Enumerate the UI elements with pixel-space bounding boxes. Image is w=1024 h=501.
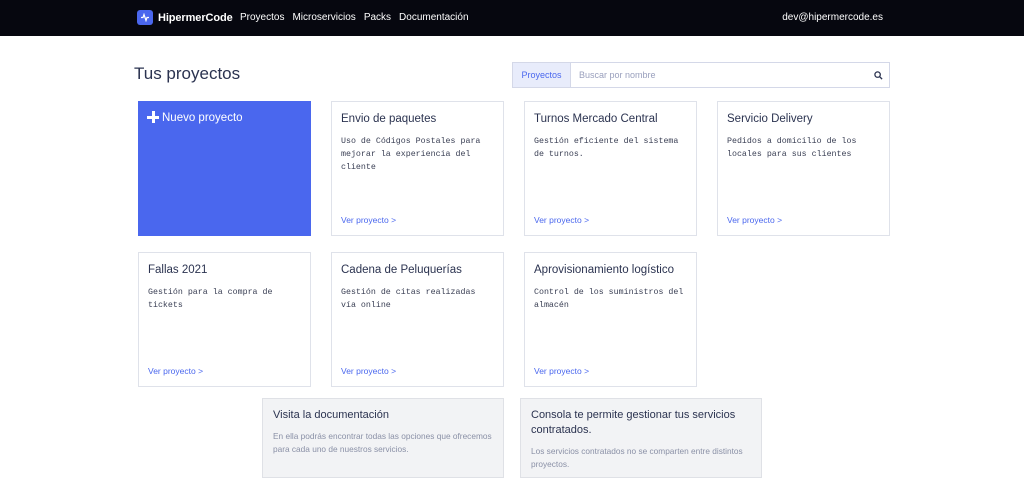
logo-icon bbox=[137, 10, 153, 25]
nav-item-documentacion[interactable]: Documentación bbox=[399, 12, 468, 23]
project-card: Cadena de Peluquerías Gestión de citas r… bbox=[331, 252, 504, 387]
page-title: Tus proyectos bbox=[134, 64, 241, 83]
view-project-link[interactable]: Ver proyecto > bbox=[341, 215, 396, 225]
project-card: Aprovisionamiento logístico Control de l… bbox=[524, 252, 697, 387]
new-project-card[interactable]: Nuevo proyecto bbox=[138, 101, 311, 236]
project-title: Servicio Delivery bbox=[727, 113, 813, 125]
user-email[interactable]: dev@hipermercode.es bbox=[782, 12, 883, 23]
project-description: Pedidos a domicilio de los locales para … bbox=[727, 137, 857, 159]
project-description: Control de los suministros del almacén bbox=[534, 288, 684, 310]
new-project-label: Nuevo proyecto bbox=[162, 112, 243, 124]
brand-name: HipermerCode bbox=[158, 11, 233, 24]
view-project-link[interactable]: Ver proyecto > bbox=[534, 215, 589, 225]
search-button[interactable] bbox=[867, 63, 889, 87]
search-bar: Proyectos bbox=[512, 62, 890, 88]
view-project-link[interactable]: Ver proyecto > bbox=[534, 366, 589, 376]
brand[interactable]: HipermerCode bbox=[137, 10, 233, 25]
info-body: Los servicios contratados no se comparte… bbox=[531, 446, 743, 469]
project-description: Gestión para la compra de tickets bbox=[148, 288, 273, 310]
search-icon bbox=[873, 70, 883, 80]
nav-item-microservicios[interactable]: Microservicios bbox=[292, 12, 355, 23]
search-input[interactable] bbox=[571, 63, 867, 87]
nav-item-proyectos[interactable]: Proyectos bbox=[240, 12, 284, 23]
top-navbar: HipermerCode Proyectos Microservicios Pa… bbox=[0, 0, 1024, 36]
nav-item-packs[interactable]: Packs bbox=[364, 12, 391, 23]
info-title: Consola te permite gestionar tus servici… bbox=[531, 409, 736, 436]
view-project-link[interactable]: Ver proyecto > bbox=[341, 366, 396, 376]
view-project-link[interactable]: Ver proyecto > bbox=[727, 215, 782, 225]
project-description: Gestión eficiente del sistema de turnos. bbox=[534, 137, 679, 159]
project-title: Envio de paquetes bbox=[341, 113, 437, 125]
view-project-link[interactable]: Ver proyecto > bbox=[148, 366, 203, 376]
project-title: Turnos Mercado Central bbox=[534, 113, 658, 125]
project-card: Turnos Mercado Central Gestión eficiente… bbox=[524, 101, 697, 236]
project-card: Fallas 2021 Gestión para la compra de ti… bbox=[138, 252, 311, 387]
project-title: Fallas 2021 bbox=[148, 264, 208, 276]
search-scope-selector[interactable]: Proyectos bbox=[513, 63, 571, 87]
info-title: Visita la documentación bbox=[273, 409, 389, 421]
plus-icon bbox=[147, 111, 159, 123]
docs-info-box[interactable]: Visita la documentación En ella podrás e… bbox=[262, 398, 504, 478]
info-body: En ella podrás encontrar todas las opcio… bbox=[273, 431, 492, 454]
project-card: Envio de paquetes Uso de Códigos Postale… bbox=[331, 101, 504, 236]
project-description: Uso de Códigos Postales para mejorar la … bbox=[341, 137, 481, 172]
project-title: Cadena de Peluquerías bbox=[341, 264, 462, 276]
console-info-box[interactable]: Consola te permite gestionar tus servici… bbox=[520, 398, 762, 478]
project-description: Gestión de citas realizadas vía online bbox=[341, 288, 476, 310]
main-nav: Proyectos Microservicios Packs Documenta… bbox=[240, 12, 469, 23]
project-title: Aprovisionamiento logístico bbox=[534, 264, 674, 276]
project-card: Servicio Delivery Pedidos a domicilio de… bbox=[717, 101, 890, 236]
